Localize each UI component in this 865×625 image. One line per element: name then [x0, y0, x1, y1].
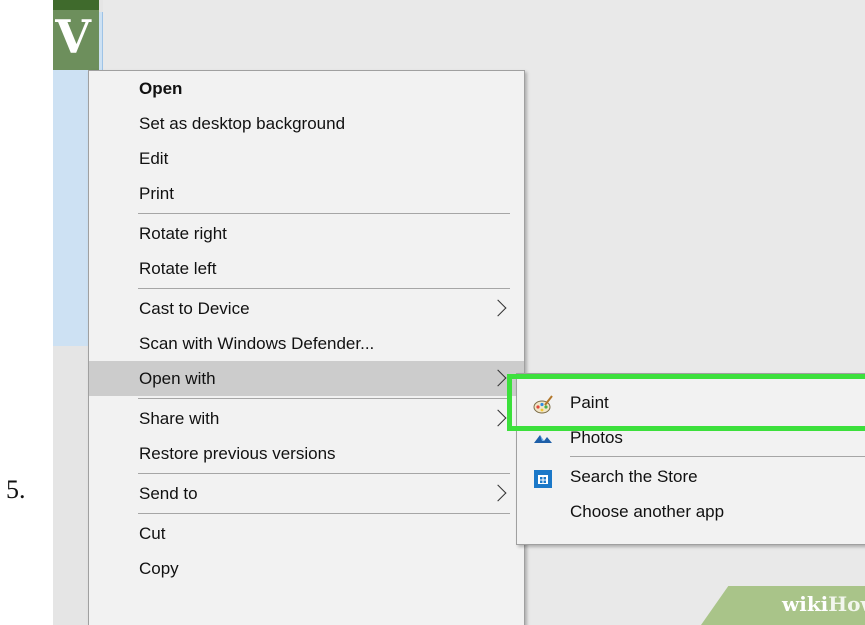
desktop-screenshot: V Open Set as desktop background Edit Print… [53, 0, 865, 625]
menu-item-label: Send to [139, 484, 198, 503]
menu-separator [138, 398, 510, 399]
menu-item-set-as-desktop-background[interactable]: Set as desktop background [89, 106, 524, 141]
watermark-wiki: wiki [782, 592, 829, 616]
menu-item-open-with[interactable]: Open with [89, 361, 524, 396]
menu-item-cast-to-device[interactable]: Cast to Device [89, 291, 524, 326]
menu-item-label: Set as desktop background [139, 114, 346, 133]
thumbnail-letter: V [55, 10, 91, 64]
menu-separator [138, 513, 510, 514]
menu-separator [138, 213, 510, 214]
context-menu: Open Set as desktop background Edit Print Ro… [88, 70, 525, 625]
file-thumbnail[interactable]: V [53, 0, 99, 70]
menu-item-label: Cut [139, 524, 166, 543]
menu-item-copy[interactable]: Copy [89, 551, 524, 586]
menu-separator [138, 288, 510, 289]
menu-item-label: Restore previous versions [139, 444, 336, 463]
menu-item-share-with[interactable]: Share with [89, 401, 524, 436]
thumbnail-stripe [53, 0, 99, 10]
menu-item-restore-previous-versions[interactable]: Restore previous versions [89, 436, 524, 471]
menu-item-label: Cast to Device [139, 299, 250, 318]
menu-item-label: Open [139, 79, 183, 98]
watermark-how: How [828, 592, 865, 616]
wikihow-watermark: wikiHow [782, 594, 865, 614]
chevron-right-icon [489, 409, 507, 427]
menu-separator [138, 473, 510, 474]
menu-item-send-to[interactable]: Send to [89, 476, 524, 511]
paint-highlight-box [507, 374, 865, 431]
menu-item-label: Rotate right [139, 224, 227, 243]
menu-item-label: Scan with Windows Defender... [139, 334, 375, 353]
menu-item-rotate-right[interactable]: Rotate right [89, 216, 524, 251]
menu-item-rotate-left[interactable]: Rotate left [89, 251, 524, 286]
menu-item-label: Edit [139, 149, 169, 168]
menu-item-print[interactable]: Print [89, 176, 524, 211]
menu-item-label: Open with [139, 369, 216, 388]
menu-item-cut[interactable]: Cut [89, 516, 524, 551]
submenu-item-label: Search the Store [570, 467, 698, 486]
store-icon [533, 466, 553, 488]
menu-item-edit[interactable]: Edit [89, 141, 524, 176]
submenu-item-label: Choose another app [570, 502, 725, 521]
submenu-item-search-the-store[interactable]: Search the Store [517, 459, 865, 494]
submenu-separator [570, 456, 865, 457]
step-frame: 5. V Open Set as desktop background Edit Pr… [0, 0, 865, 625]
menu-item-label: Share with [139, 409, 220, 428]
menu-item-label: Print [139, 184, 174, 203]
menu-item-label: Rotate left [139, 259, 217, 278]
step-number: 5. [6, 475, 26, 504]
chevron-right-icon [489, 369, 507, 387]
menu-item-scan-with-windows-defender[interactable]: Scan with Windows Defender... [89, 326, 524, 361]
submenu-item-choose-another-app[interactable]: Choose another app [517, 494, 865, 529]
menu-item-label: Copy [139, 559, 179, 578]
chevron-right-icon [489, 484, 507, 502]
menu-item-open[interactable]: Open [89, 71, 524, 106]
chevron-right-icon [489, 299, 507, 317]
